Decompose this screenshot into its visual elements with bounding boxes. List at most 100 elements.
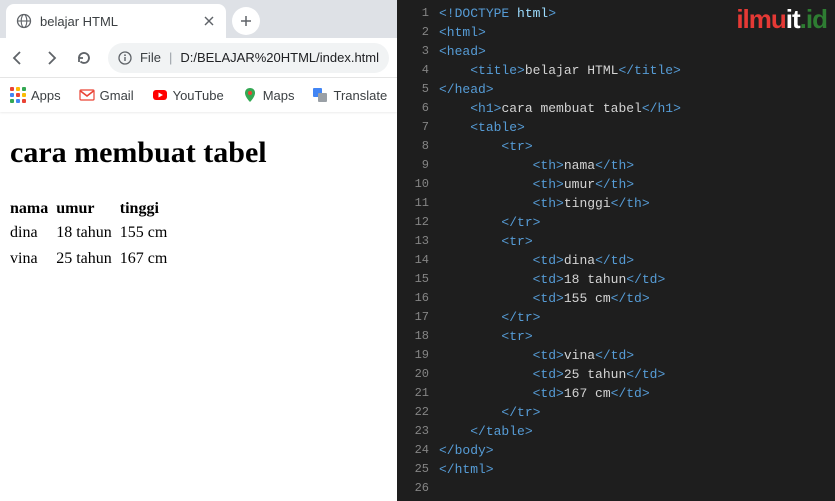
code-line[interactable] bbox=[439, 479, 835, 498]
code-line[interactable]: </head> bbox=[439, 80, 835, 99]
table-header: umur bbox=[56, 198, 120, 220]
line-number: 21 bbox=[397, 384, 439, 403]
bookmark-youtube[interactable]: YouTube bbox=[152, 87, 224, 103]
line-number: 22 bbox=[397, 403, 439, 422]
code-line[interactable]: <tr> bbox=[439, 137, 835, 156]
bookmark-bar: Apps Gmail YouTube Maps Translate bbox=[0, 78, 397, 112]
line-number: 15 bbox=[397, 270, 439, 289]
line-number: 6 bbox=[397, 99, 439, 118]
line-number: 17 bbox=[397, 308, 439, 327]
code-line[interactable]: <title>belajar HTML</title> bbox=[439, 61, 835, 80]
code-line[interactable]: <td>18 tahun</td> bbox=[439, 270, 835, 289]
table-header: tinggi bbox=[120, 198, 176, 220]
address-bar[interactable]: File | D:/BELAJAR%20HTML/index.html bbox=[108, 43, 389, 73]
table-header-row: nama umur tinggi bbox=[10, 198, 175, 220]
code-line[interactable]: <head> bbox=[439, 42, 835, 61]
table-cell: dina bbox=[10, 220, 56, 246]
code-line[interactable]: <td>vina</td> bbox=[439, 346, 835, 365]
table-cell: 18 tahun bbox=[56, 220, 120, 246]
browser-window: belajar HTML File | D:/BELAJAR%20HTML/in… bbox=[0, 0, 397, 501]
page-heading: cara membuat tabel bbox=[10, 136, 387, 170]
code-line[interactable]: <th>umur</th> bbox=[439, 175, 835, 194]
line-number: 20 bbox=[397, 365, 439, 384]
line-number: 4 bbox=[397, 61, 439, 80]
code-editor[interactable]: 1234567891011121314151617181920212223242… bbox=[397, 0, 835, 501]
code-line[interactable]: <td>25 tahun</td> bbox=[439, 365, 835, 384]
line-number: 13 bbox=[397, 232, 439, 251]
close-icon[interactable] bbox=[202, 14, 216, 28]
apps-button[interactable]: Apps bbox=[10, 87, 61, 103]
code-line[interactable]: </tr> bbox=[439, 213, 835, 232]
line-number-gutter: 1234567891011121314151617181920212223242… bbox=[397, 0, 439, 501]
line-number: 5 bbox=[397, 80, 439, 99]
apps-label: Apps bbox=[31, 88, 61, 103]
code-line[interactable]: </html> bbox=[439, 460, 835, 479]
line-number: 23 bbox=[397, 422, 439, 441]
line-number: 19 bbox=[397, 346, 439, 365]
line-number: 9 bbox=[397, 156, 439, 175]
code-line[interactable]: <th>tinggi</th> bbox=[439, 194, 835, 213]
code-line[interactable]: </table> bbox=[439, 422, 835, 441]
table-cell: vina bbox=[10, 246, 56, 272]
line-number: 16 bbox=[397, 289, 439, 308]
code-line[interactable]: </tr> bbox=[439, 403, 835, 422]
code-line[interactable]: <td>dina</td> bbox=[439, 251, 835, 270]
line-number: 2 bbox=[397, 23, 439, 42]
line-number: 24 bbox=[397, 441, 439, 460]
code-line[interactable]: </tr> bbox=[439, 308, 835, 327]
line-number: 25 bbox=[397, 460, 439, 479]
code-line[interactable]: <td>167 cm</td> bbox=[439, 384, 835, 403]
browser-toolbar: File | D:/BELAJAR%20HTML/index.html bbox=[0, 38, 397, 78]
line-number: 10 bbox=[397, 175, 439, 194]
line-number: 26 bbox=[397, 479, 439, 498]
code-area[interactable]: <!DOCTYPE html><html><head> <title>belaj… bbox=[439, 0, 835, 501]
table-row: dina 18 tahun 155 cm bbox=[10, 220, 175, 246]
watermark-logo: ilmuit.id bbox=[736, 4, 827, 35]
line-number: 7 bbox=[397, 118, 439, 137]
new-tab-button[interactable] bbox=[232, 7, 260, 35]
code-line[interactable]: <th>nama</th> bbox=[439, 156, 835, 175]
line-number: 18 bbox=[397, 327, 439, 346]
code-line[interactable]: </body> bbox=[439, 441, 835, 460]
line-number: 8 bbox=[397, 137, 439, 156]
tab-title: belajar HTML bbox=[40, 14, 194, 29]
apps-icon bbox=[10, 87, 26, 103]
line-number: 11 bbox=[397, 194, 439, 213]
reload-button[interactable] bbox=[75, 47, 94, 69]
back-button[interactable] bbox=[8, 47, 27, 69]
info-icon[interactable] bbox=[118, 51, 132, 65]
translate-icon bbox=[312, 87, 328, 103]
address-url: D:/BELAJAR%20HTML/index.html bbox=[180, 50, 379, 65]
bookmark-label: Translate bbox=[333, 88, 387, 103]
table-cell: 155 cm bbox=[120, 220, 176, 246]
forward-button[interactable] bbox=[41, 47, 60, 69]
globe-icon bbox=[16, 13, 32, 29]
bookmark-maps[interactable]: Maps bbox=[242, 87, 295, 103]
table-header: nama bbox=[10, 198, 56, 220]
data-table: nama umur tinggi dina 18 tahun 155 cm vi… bbox=[10, 198, 175, 272]
bookmark-translate[interactable]: Translate bbox=[312, 87, 387, 103]
table-cell: 25 tahun bbox=[56, 246, 120, 272]
code-line[interactable]: <h1>cara membuat tabel</h1> bbox=[439, 99, 835, 118]
bookmark-gmail[interactable]: Gmail bbox=[79, 87, 134, 103]
code-line[interactable]: <tr> bbox=[439, 232, 835, 251]
code-line[interactable]: <table> bbox=[439, 118, 835, 137]
tab-strip: belajar HTML bbox=[0, 0, 397, 38]
code-line[interactable]: <tr> bbox=[439, 327, 835, 346]
address-prefix: File bbox=[140, 50, 161, 65]
maps-icon bbox=[242, 87, 258, 103]
bookmark-label: YouTube bbox=[173, 88, 224, 103]
youtube-icon bbox=[152, 87, 168, 103]
table-row: vina 25 tahun 167 cm bbox=[10, 246, 175, 272]
table-cell: 167 cm bbox=[120, 246, 176, 272]
line-number: 14 bbox=[397, 251, 439, 270]
line-number: 3 bbox=[397, 42, 439, 61]
code-line[interactable]: <td>155 cm</td> bbox=[439, 289, 835, 308]
bookmark-label: Maps bbox=[263, 88, 295, 103]
bookmark-label: Gmail bbox=[100, 88, 134, 103]
line-number: 1 bbox=[397, 4, 439, 23]
line-number: 12 bbox=[397, 213, 439, 232]
gmail-icon bbox=[79, 87, 95, 103]
browser-tab[interactable]: belajar HTML bbox=[6, 4, 226, 38]
page-content: cara membuat tabel nama umur tinggi dina… bbox=[0, 112, 397, 501]
